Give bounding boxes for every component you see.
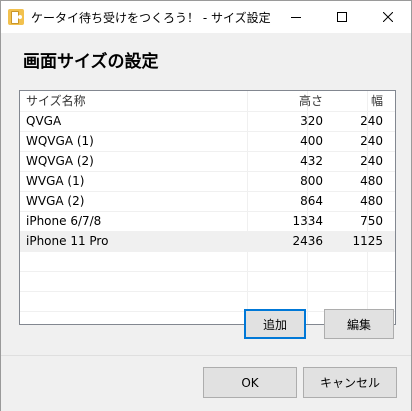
size-height: 2436 xyxy=(292,234,323,248)
list-item[interactable]: WVGA (1) 800 480 xyxy=(20,171,395,191)
add-button[interactable]: 追加 xyxy=(244,309,306,339)
maximize-icon xyxy=(337,12,347,22)
size-height: 400 xyxy=(300,134,323,148)
column-header-name[interactable]: サイズ名称 xyxy=(26,91,86,111)
size-width: 480 xyxy=(360,194,383,208)
size-width: 750 xyxy=(360,214,383,228)
size-name: WQVGA (1) xyxy=(26,134,94,148)
size-width: 240 xyxy=(360,134,383,148)
size-width: 480 xyxy=(360,174,383,188)
list-item[interactable]: WQVGA (1) 400 240 xyxy=(20,131,395,151)
size-height: 1334 xyxy=(292,214,323,228)
size-name: WVGA (1) xyxy=(26,174,85,188)
size-height: 800 xyxy=(300,174,323,188)
close-button[interactable] xyxy=(365,1,411,33)
size-name: WQVGA (2) xyxy=(26,154,94,168)
dialog-window: ケータイ待ち受けをつくろう！ - サイズ設定 画面サイズの設定 サイズ名称 高さ… xyxy=(0,0,412,411)
minimize-icon xyxy=(291,17,301,18)
list-item[interactable]: iPhone 6/7/8 1334 750 xyxy=(20,211,395,231)
size-list[interactable]: サイズ名称 高さ 幅 QVGA 320 240 WQVGA (1) 400 24… xyxy=(19,90,396,325)
size-width: 1125 xyxy=(352,234,383,248)
maximize-button[interactable] xyxy=(319,1,365,33)
app-icon xyxy=(8,9,24,25)
dialog-content: 画面サイズの設定 サイズ名称 高さ 幅 QVGA 320 240 WQVGA (… xyxy=(1,33,411,355)
size-name: iPhone 11 Pro xyxy=(26,234,109,248)
size-name: WVGA (2) xyxy=(26,194,85,208)
size-width: 240 xyxy=(360,114,383,128)
size-width: 240 xyxy=(360,154,383,168)
list-item[interactable]: WVGA (2) 864 480 xyxy=(20,191,395,211)
ok-button[interactable]: OK xyxy=(203,367,297,398)
size-name: QVGA xyxy=(26,114,62,128)
list-item-selected[interactable]: iPhone 11 Pro 2436 1125 xyxy=(20,231,395,251)
title-bar[interactable]: ケータイ待ち受けをつくろう！ - サイズ設定 xyxy=(1,1,411,33)
row-divider xyxy=(20,271,395,272)
minimize-button[interactable] xyxy=(273,1,319,33)
size-name: iPhone 6/7/8 xyxy=(26,214,102,228)
size-height: 432 xyxy=(300,154,323,168)
list-item[interactable]: QVGA 320 240 xyxy=(20,111,395,131)
column-header-height[interactable]: 高さ xyxy=(299,91,323,111)
cancel-button[interactable]: キャンセル xyxy=(303,367,397,398)
page-title: 画面サイズの設定 xyxy=(23,52,159,72)
close-icon xyxy=(383,12,393,22)
column-header-width[interactable]: 幅 xyxy=(371,91,383,111)
row-divider xyxy=(20,251,395,252)
list-item[interactable]: WQVGA (2) 432 240 xyxy=(20,151,395,171)
size-height: 320 xyxy=(300,114,323,128)
row-divider xyxy=(20,291,395,292)
dialog-footer: OK キャンセル xyxy=(1,355,411,411)
list-header: サイズ名称 高さ 幅 xyxy=(20,91,395,111)
edit-button[interactable]: 編集 xyxy=(324,309,394,339)
window-title: ケータイ待ち受けをつくろう！ - サイズ設定 xyxy=(31,11,271,25)
size-height: 864 xyxy=(300,194,323,208)
